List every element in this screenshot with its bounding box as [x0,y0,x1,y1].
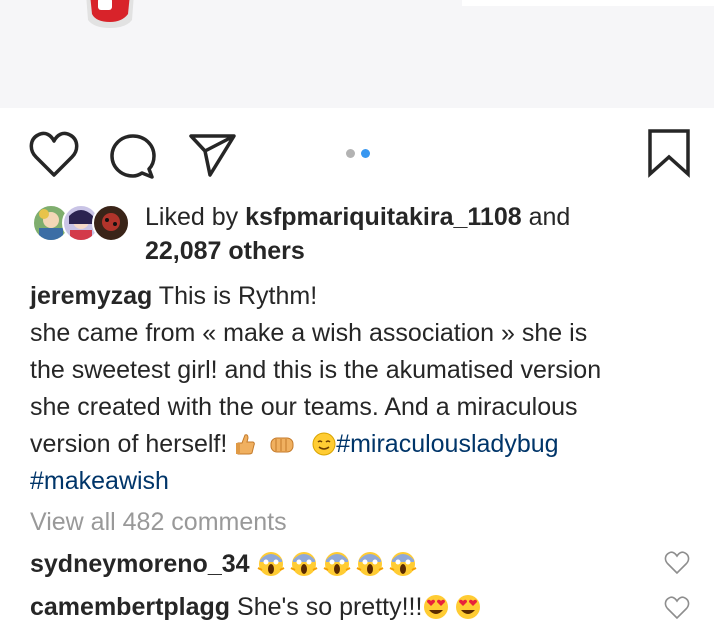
caption-first-line: This is Rythm! [158,282,318,310]
hashtag-link[interactable]: #miraculousladybug [336,430,558,458]
post-media[interactable] [0,0,714,108]
liked-by-label: Liked by [145,203,239,231]
media-top-bar [462,0,714,6]
view-all-comments-link[interactable]: View all 482 comments [30,505,287,539]
comment-like-heart-icon[interactable] [664,551,690,575]
sneaker-image [86,0,134,28]
caption-line: she came from « make a wish association … [30,319,588,347]
liked-by-username[interactable]: ksfpmariquitakira_1108 [245,203,522,231]
bookmark-outline-icon[interactable] [646,128,692,178]
comment-text: She's so pretty!!! [237,593,423,621]
speech-bubble-icon[interactable] [108,132,158,180]
hashtag-link[interactable]: #makeawish [30,467,169,495]
heart-outline-icon[interactable] [28,131,80,179]
post-caption: jeremyzag This is Rythm! she came from «… [30,278,690,500]
comment-username[interactable]: sydneymoreno_34 [30,550,250,578]
carousel-indicator [346,147,376,159]
liked-by-avatars[interactable] [32,204,132,242]
comment-row: sydneymoreno_34 [30,547,417,581]
paper-plane-icon[interactable] [188,131,238,179]
caption-line: version of herself! [30,430,228,458]
screaming-face-emoji [257,552,416,576]
caption-line: the sweetest girl! and this is the akuma… [30,356,602,384]
comment-username[interactable]: camembertplagg [30,593,230,621]
caption-username[interactable]: jeremyzag [30,282,152,310]
heart-eyes-emoji [424,595,481,619]
fist-bump-emoji [270,437,294,453]
comment-like-heart-icon[interactable] [664,596,690,620]
carousel-dot-1 [346,149,355,158]
carousel-dot-2 [361,149,370,158]
likes-count[interactable]: 22,087 others [145,234,305,268]
caption-line: she created with the our teams. And a mi… [30,393,578,421]
avatar [92,204,130,242]
thumbs-up-emoji [236,434,256,455]
liked-by-conjunction: and [528,203,571,231]
liked-by-text: Liked by ksfpmariquitakira_1108 and [145,200,570,234]
smiling-face-emoji [312,432,336,456]
comment-row: camembertplagg She's so pretty!!! [30,590,484,624]
